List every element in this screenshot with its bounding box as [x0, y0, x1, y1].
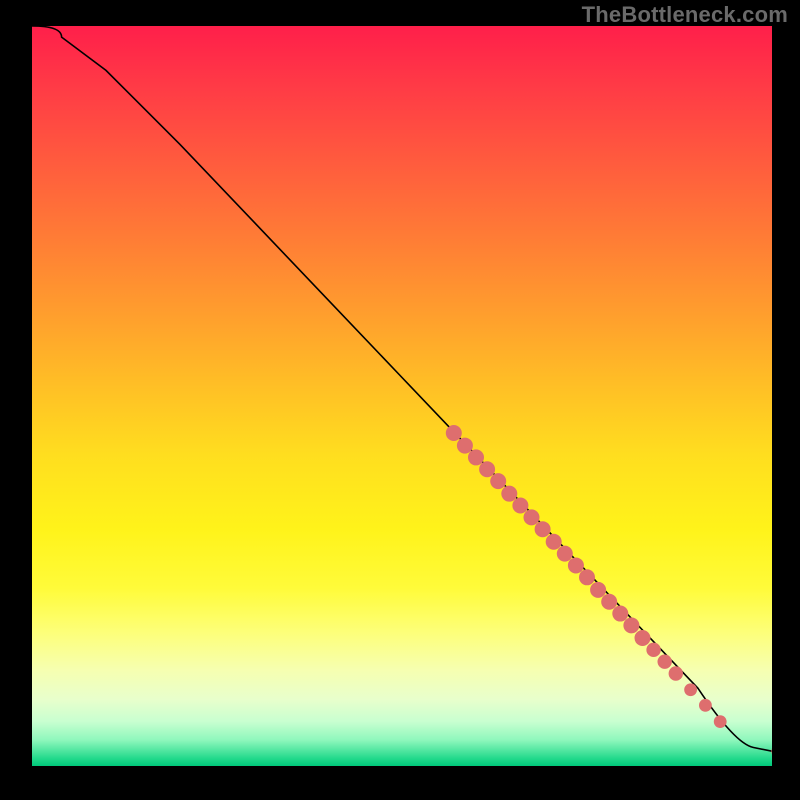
data-marker [771, 743, 772, 759]
data-marker [479, 461, 495, 477]
data-marker [601, 594, 617, 610]
data-marker [524, 509, 540, 525]
data-marker [684, 683, 697, 696]
data-marker [546, 534, 562, 550]
data-marker [714, 715, 727, 728]
watermark: TheBottleneck.com [582, 2, 788, 28]
marker-group [446, 425, 772, 759]
main-curve [32, 26, 772, 751]
chart-frame: TheBottleneck.com [0, 0, 800, 800]
data-marker [699, 699, 712, 712]
data-marker [568, 557, 584, 573]
data-marker [501, 486, 517, 502]
data-marker [490, 473, 506, 489]
data-marker [623, 617, 639, 633]
data-marker [535, 521, 551, 537]
data-marker [457, 438, 473, 454]
curve-svg [32, 26, 772, 766]
data-marker [669, 666, 683, 680]
data-marker [635, 630, 651, 646]
data-marker [590, 582, 606, 598]
plot-area [32, 26, 772, 766]
data-marker [579, 569, 595, 585]
data-marker [446, 425, 462, 441]
data-marker [612, 606, 628, 622]
data-marker [658, 654, 672, 668]
data-marker [557, 546, 573, 562]
data-marker [646, 643, 660, 657]
data-marker [512, 498, 528, 514]
data-marker [468, 449, 484, 465]
